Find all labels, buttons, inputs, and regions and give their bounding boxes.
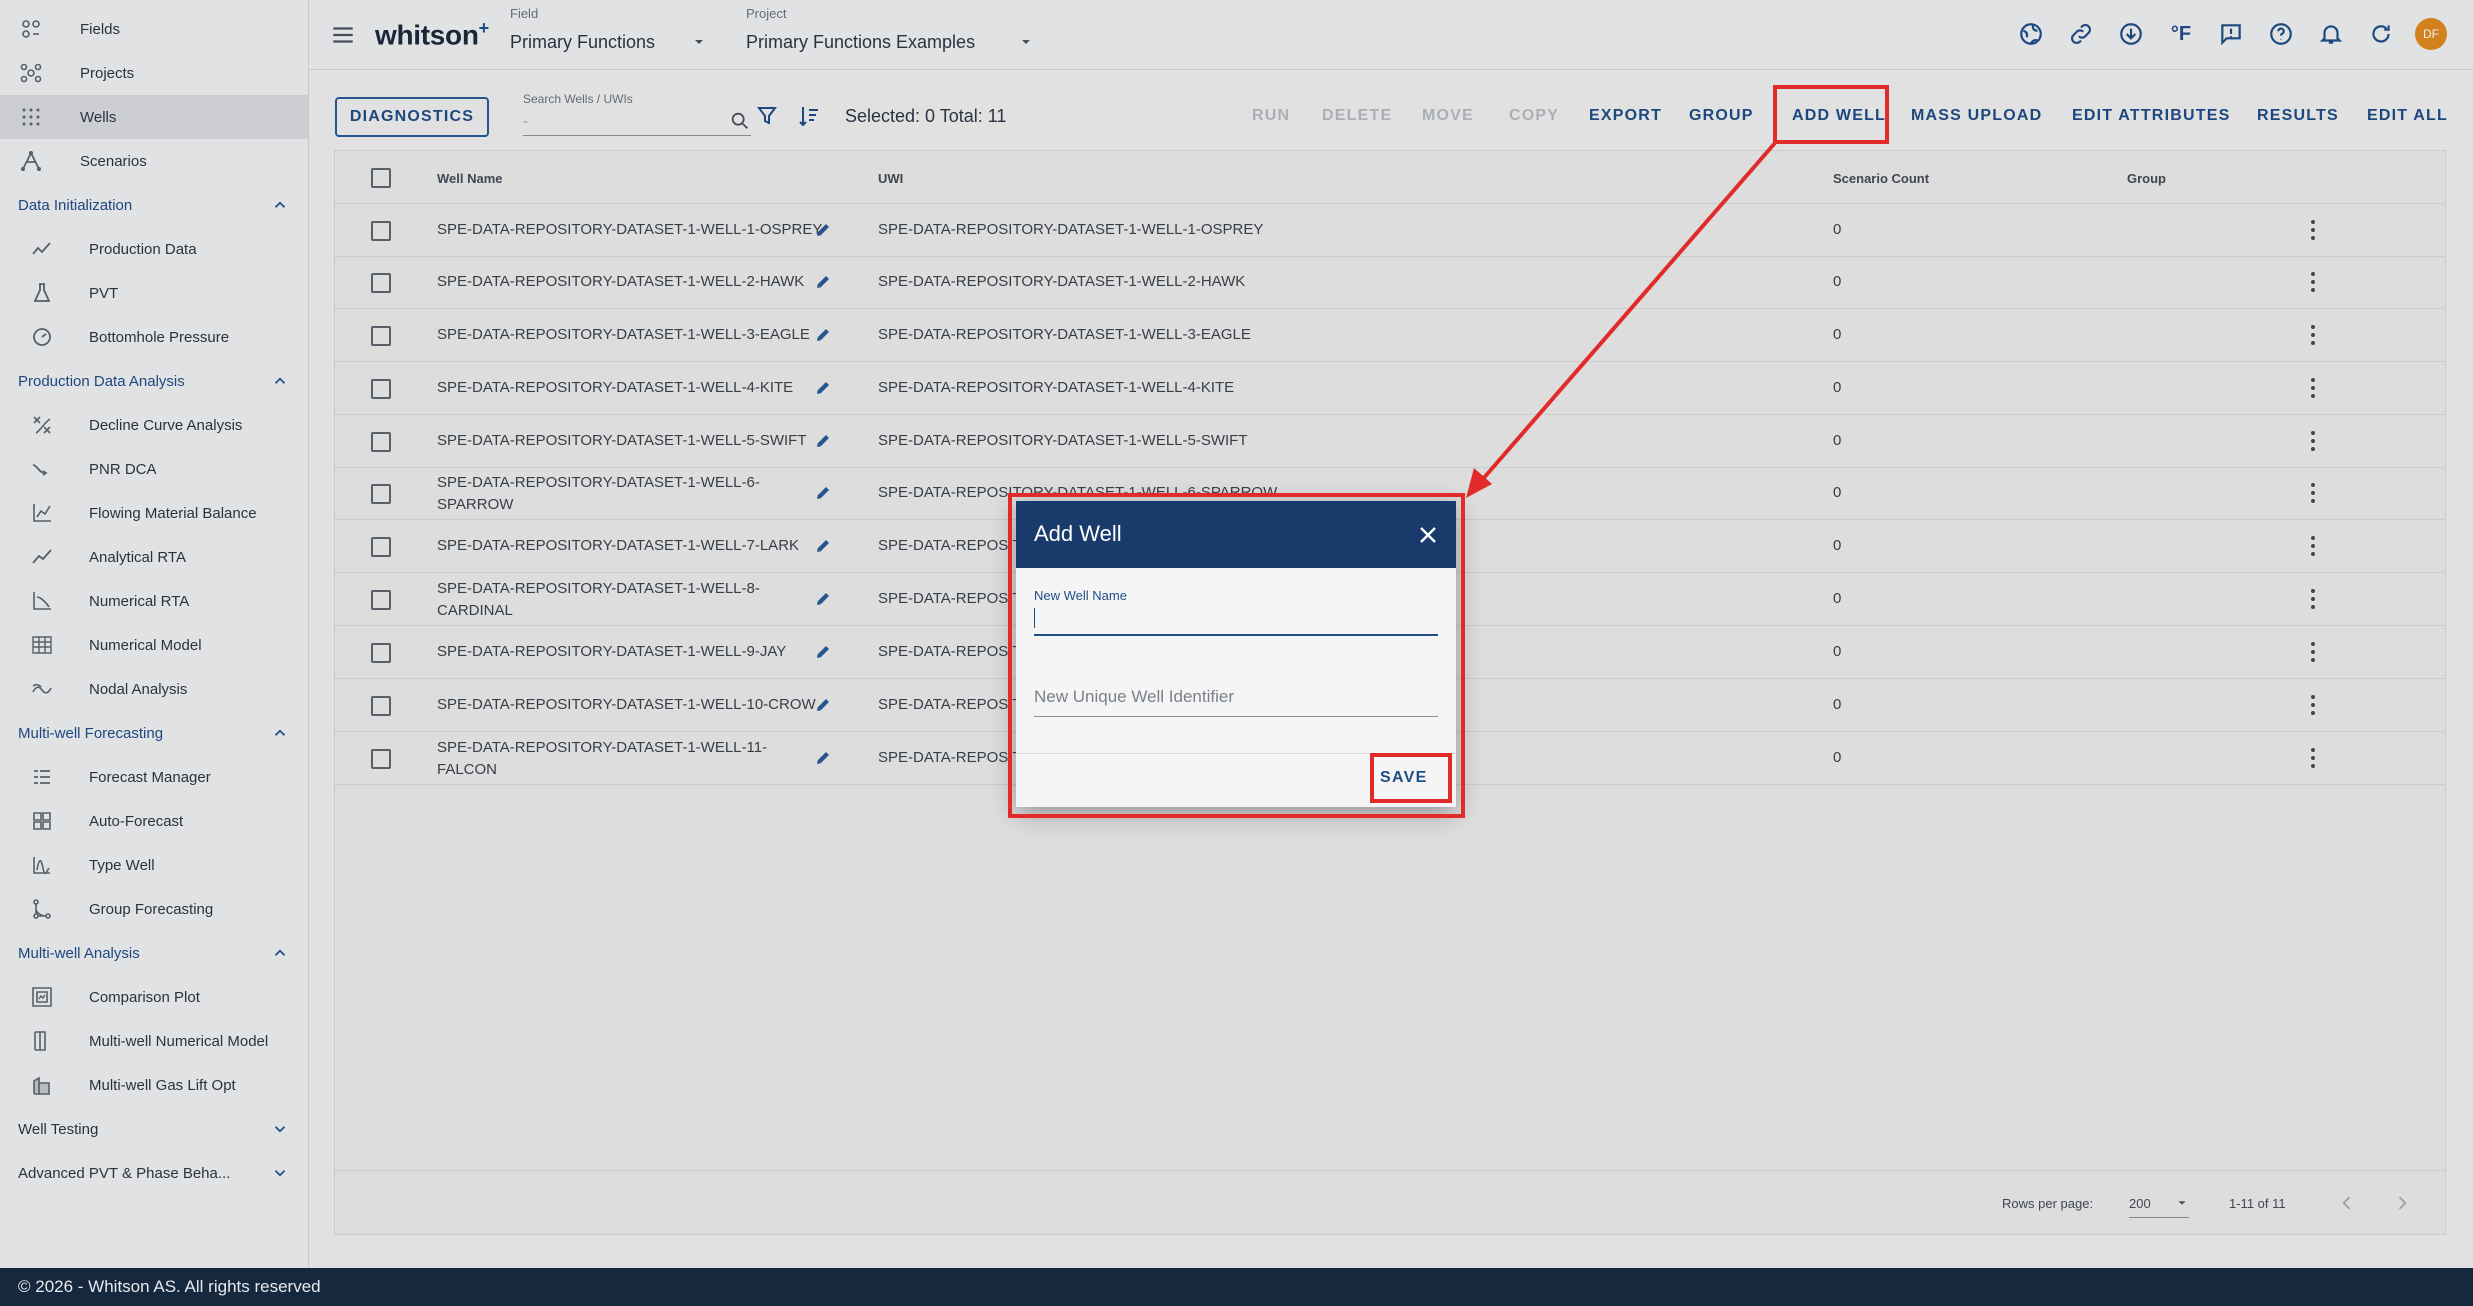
copyright-text: © 2026 - Whitson AS. All rights reserved	[18, 1277, 321, 1296]
annotation-highlight-add-well	[1773, 85, 1889, 144]
page-footer: © 2026 - Whitson AS. All rights reserved	[0, 1268, 2473, 1306]
annotation-highlight-save	[1370, 753, 1452, 803]
